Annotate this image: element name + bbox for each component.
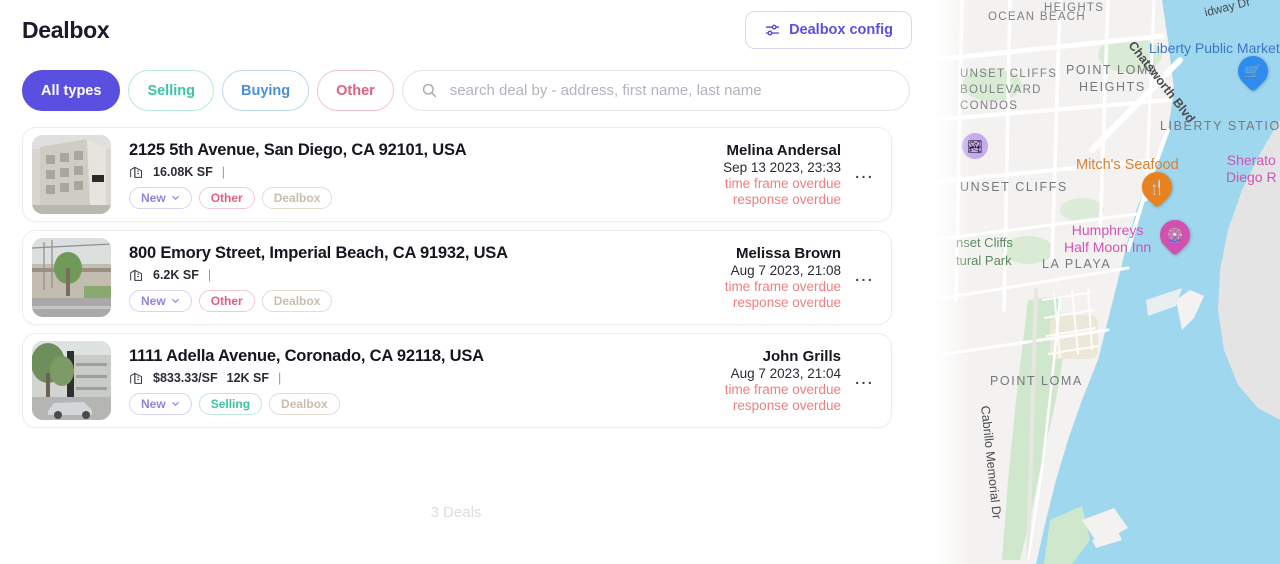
building-icon xyxy=(129,370,144,385)
chevron-down-icon xyxy=(171,399,180,408)
deal-list: 2125 5th Avenue, San Diego, CA 92101, US… xyxy=(22,127,892,436)
dealbox-config-button[interactable]: Dealbox config xyxy=(745,11,912,49)
contact-name: John Grills xyxy=(762,348,841,365)
tag-status-new[interactable]: New xyxy=(129,392,192,415)
filter-chip-other[interactable]: Other xyxy=(317,70,394,111)
page-title: Dealbox xyxy=(22,16,110,43)
property-thumbnail xyxy=(32,238,111,317)
deal-tags: New Selling Dealbox xyxy=(129,392,715,415)
deal-tags: New Other Dealbox xyxy=(129,186,713,209)
alert-response-overdue: response overdue xyxy=(732,295,841,310)
filter-chip-selling[interactable]: Selling xyxy=(128,70,214,111)
tag-label: New xyxy=(141,293,166,308)
deal-metrics: 6.2K SF | xyxy=(129,266,715,284)
deal-metric-size: 6.2K SF xyxy=(153,267,199,282)
tag-source-dealbox[interactable]: Dealbox xyxy=(261,289,333,312)
search-box[interactable] xyxy=(401,70,910,111)
deal-metrics: 16.08K SF | xyxy=(129,163,713,181)
page-header: Dealbox Dealbox config xyxy=(0,0,932,60)
deal-date: Sep 13 2023, 23:33 xyxy=(723,160,841,175)
alert-response-overdue: response overdue xyxy=(732,398,841,413)
deal-count-label: 3 Deals xyxy=(430,504,482,521)
deal-metric-separator: | xyxy=(221,164,226,179)
filter-row: All types Selling Buying Other xyxy=(22,70,910,111)
dealbox-config-label: Dealbox config xyxy=(789,22,893,38)
map-canvas xyxy=(932,0,1280,564)
deal-metrics: $833.33/SF 12K SF | xyxy=(129,369,715,387)
chevron-down-icon xyxy=(171,296,180,305)
alert-time-frame-overdue: time frame overdue xyxy=(724,176,841,191)
alert-time-frame-overdue: time frame overdue xyxy=(724,279,841,294)
deal-main: 2125 5th Avenue, San Diego, CA 92101, US… xyxy=(111,141,713,209)
map-panel[interactable]: HEIGHTS OCEAN BEACH idway Dr Liberty Pub… xyxy=(932,0,1280,564)
viewpoint-icon[interactable]: 🏞 xyxy=(962,133,988,159)
filter-chip-all-types[interactable]: All types xyxy=(22,70,121,111)
property-thumbnail xyxy=(32,341,111,420)
property-thumbnail xyxy=(32,135,111,214)
deal-card[interactable]: 1111 Adella Avenue, Coronado, CA 92118, … xyxy=(22,333,892,428)
deal-metric-separator: | xyxy=(207,267,212,282)
deal-metric-price: $833.33/SF xyxy=(153,370,218,385)
deal-date: Aug 7 2023, 21:08 xyxy=(730,263,841,278)
dealbox-app: Dealbox Dealbox config All types Selling… xyxy=(0,0,1280,564)
contact-name: Melina Andersal xyxy=(726,142,841,159)
deal-address: 800 Emory Street, Imperial Beach, CA 919… xyxy=(129,243,508,262)
tag-label: New xyxy=(141,190,166,205)
deal-menu-button[interactable]: … xyxy=(851,368,877,394)
tag-type-other[interactable]: Other xyxy=(198,186,255,209)
filter-chip-buying[interactable]: Buying xyxy=(221,70,310,111)
deal-metric-separator: | xyxy=(278,370,282,385)
deal-card[interactable]: 800 Emory Street, Imperial Beach, CA 919… xyxy=(22,230,892,325)
tag-status-new[interactable]: New xyxy=(129,186,192,209)
deal-side: Melissa Brown Aug 7 2023, 21:08 time fra… xyxy=(715,245,877,310)
search-icon xyxy=(421,82,438,99)
deal-meta: John Grills Aug 7 2023, 21:04 time frame… xyxy=(725,348,841,413)
deal-metric-size: 16.08K SF xyxy=(153,164,213,179)
deal-metric-size: 12K SF xyxy=(226,370,270,385)
tag-label: New xyxy=(141,396,166,411)
deal-address: 2125 5th Avenue, San Diego, CA 92101, US… xyxy=(129,140,467,159)
tag-type-other[interactable]: Other xyxy=(198,289,255,312)
alert-time-frame-overdue: time frame overdue xyxy=(724,382,841,397)
search-input[interactable] xyxy=(449,82,891,99)
sliders-icon xyxy=(764,22,781,39)
tag-source-dealbox[interactable]: Dealbox xyxy=(269,392,340,415)
deal-side: John Grills Aug 7 2023, 21:04 time frame… xyxy=(715,348,877,413)
deal-side: Melina Andersal Sep 13 2023, 23:33 time … xyxy=(713,142,877,207)
contact-name: Melissa Brown xyxy=(735,245,841,262)
deal-meta: Melissa Brown Aug 7 2023, 21:08 time fra… xyxy=(725,245,841,310)
deal-main: 800 Emory Street, Imperial Beach, CA 919… xyxy=(111,244,715,312)
deal-date: Aug 7 2023, 21:04 xyxy=(730,366,841,381)
deal-address: 1111 Adella Avenue, Coronado, CA 92118, … xyxy=(129,346,484,365)
alert-response-overdue: response overdue xyxy=(732,192,841,207)
deal-tags: New Other Dealbox xyxy=(129,289,715,312)
deal-main: 1111 Adella Avenue, Coronado, CA 92118, … xyxy=(111,347,715,415)
deal-menu-button[interactable]: … xyxy=(851,265,877,291)
tag-type-selling[interactable]: Selling xyxy=(198,392,263,415)
tag-source-dealbox[interactable]: Dealbox xyxy=(261,186,333,209)
deals-panel: Dealbox Dealbox config All types Selling… xyxy=(0,0,932,564)
building-icon xyxy=(129,267,144,282)
building-icon xyxy=(129,164,144,179)
deal-menu-button[interactable]: … xyxy=(851,162,877,188)
chevron-down-icon xyxy=(171,193,180,202)
deal-meta: Melina Andersal Sep 13 2023, 23:33 time … xyxy=(723,142,841,207)
tag-status-new[interactable]: New xyxy=(129,289,192,312)
deal-card[interactable]: 2125 5th Avenue, San Diego, CA 92101, US… xyxy=(22,127,892,222)
